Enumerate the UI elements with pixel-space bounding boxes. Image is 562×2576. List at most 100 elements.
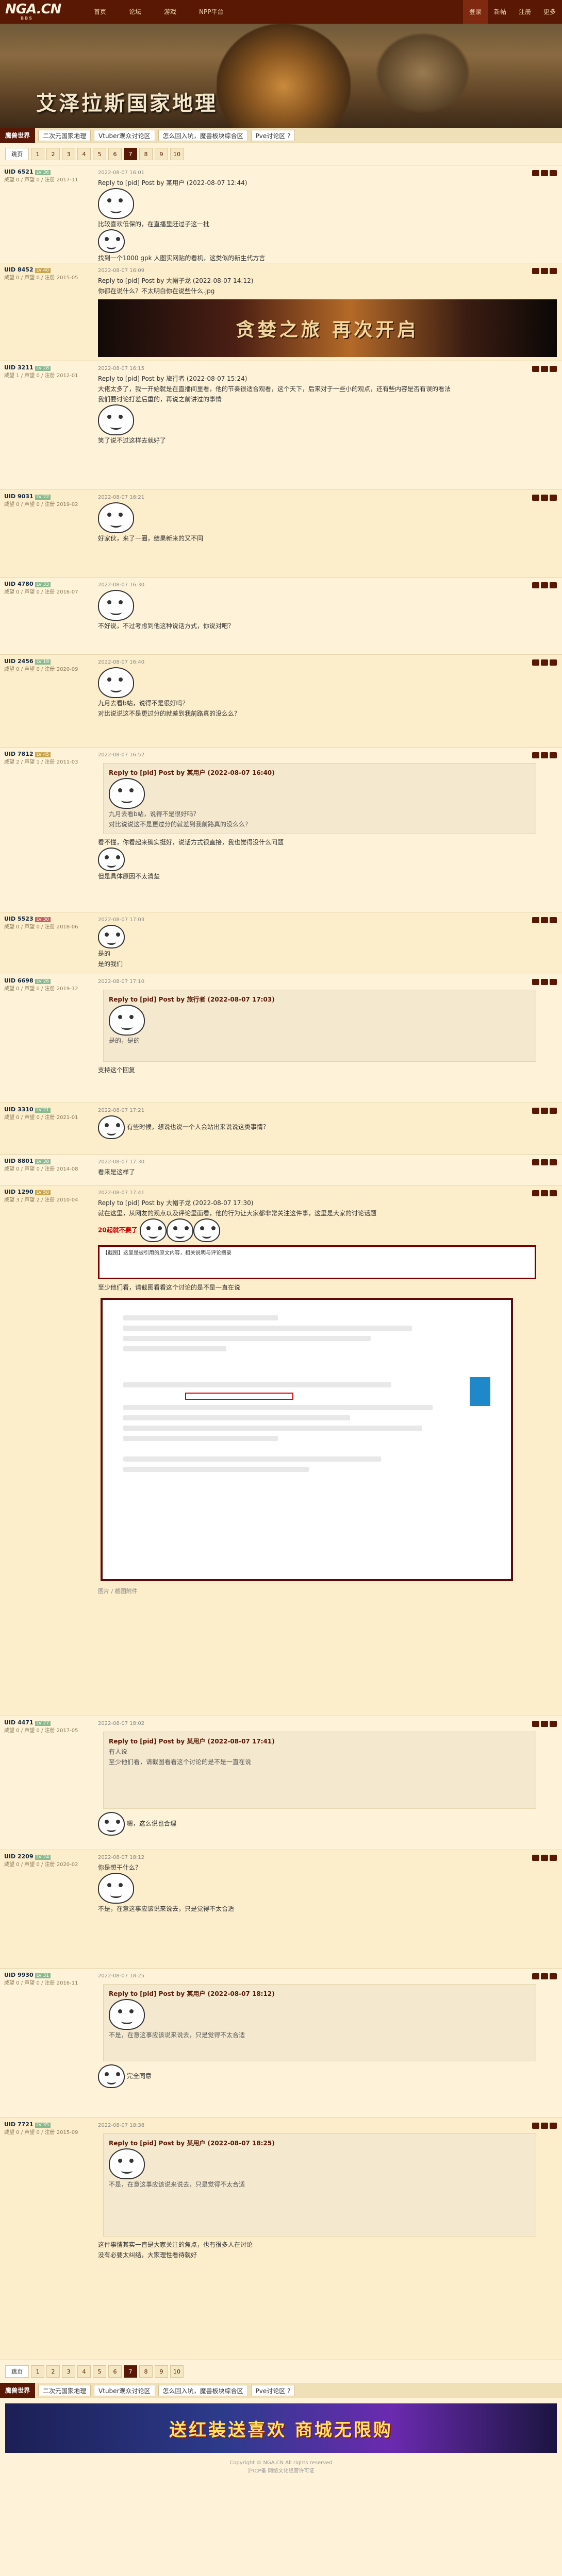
reply-icon[interactable] xyxy=(532,495,539,501)
reply-icon[interactable] xyxy=(532,917,539,923)
more-icon[interactable] xyxy=(550,1973,557,1979)
quote-icon[interactable] xyxy=(541,582,548,588)
nav-npp[interactable]: NPP平台 xyxy=(188,0,235,24)
page-button[interactable]: 5 xyxy=(93,148,106,160)
forum-tab[interactable]: Pve讨论区 ? xyxy=(251,129,295,141)
quote-header[interactable]: Reply to [pid] Post by 某用户 (2022-08-07 1… xyxy=(109,768,531,778)
quote-icon[interactable] xyxy=(541,1721,548,1727)
more-icon[interactable] xyxy=(550,1855,557,1861)
reply-icon[interactable] xyxy=(532,1855,539,1861)
new-post-button[interactable]: 新帖 xyxy=(488,0,513,24)
embedded-screenshot[interactable] xyxy=(101,1298,513,1581)
page-button[interactable]: 9 xyxy=(155,148,168,160)
username[interactable]: UID 2456 xyxy=(4,658,34,665)
page-button[interactable]: 6 xyxy=(108,148,122,160)
username[interactable]: UID 1290 xyxy=(4,1189,34,1195)
nav-forum[interactable]: 论坛 xyxy=(118,0,153,24)
reply-icon[interactable] xyxy=(532,752,539,758)
nav-game[interactable]: 游戏 xyxy=(153,0,188,24)
quote-header[interactable]: Reply to [pid] Post by 大帽子龙 (2022-08-07 … xyxy=(98,1198,557,1208)
page-button[interactable]: 3 xyxy=(62,148,75,160)
quote-icon[interactable] xyxy=(541,2123,548,2129)
quote-icon[interactable] xyxy=(541,366,548,372)
reply-icon[interactable] xyxy=(532,1108,539,1114)
more-icon[interactable] xyxy=(550,582,557,588)
quote-icon[interactable] xyxy=(541,1190,548,1196)
quote-header[interactable]: Reply to [pid] Post by 某用户 (2022-08-07 1… xyxy=(109,1989,531,1999)
reply-icon[interactable] xyxy=(532,170,539,176)
more-icon[interactable] xyxy=(550,366,557,372)
username[interactable]: UID 3310 xyxy=(4,1106,34,1113)
more-icon[interactable] xyxy=(550,170,557,176)
username[interactable]: UID 9031 xyxy=(4,493,34,500)
reply-icon[interactable] xyxy=(532,1973,539,1979)
reply-icon[interactable] xyxy=(532,582,539,588)
username[interactable]: UID 2209 xyxy=(4,1853,34,1860)
reply-icon[interactable] xyxy=(532,2123,539,2129)
quote-icon[interactable] xyxy=(541,659,548,666)
register-button[interactable]: 注册 xyxy=(513,0,537,24)
reply-icon[interactable] xyxy=(532,1159,539,1165)
quote-icon[interactable] xyxy=(541,979,548,985)
quote-header[interactable]: Reply to [pid] Post by 某用户 (2022-08-07 1… xyxy=(109,1736,531,1747)
quote-icon[interactable] xyxy=(541,170,548,176)
more-button[interactable]: 更多 xyxy=(537,0,562,24)
username[interactable]: UID 6521 xyxy=(4,168,34,175)
more-icon[interactable] xyxy=(550,1190,557,1196)
page-button[interactable]: 2 xyxy=(46,2365,60,2378)
more-icon[interactable] xyxy=(550,2123,557,2129)
quote-icon[interactable] xyxy=(541,1855,548,1861)
more-icon[interactable] xyxy=(550,917,557,923)
page-button[interactable]: 4 xyxy=(77,148,91,160)
quote-header[interactable]: Reply to [pid] Post by 旅行者 (2022-08-07 1… xyxy=(109,994,531,1005)
username[interactable]: UID 4471 xyxy=(4,1719,34,1726)
username[interactable]: UID 8801 xyxy=(4,1158,34,1164)
reply-icon[interactable] xyxy=(532,366,539,372)
username[interactable]: UID 7812 xyxy=(4,751,34,757)
quote-header[interactable]: Reply to [pid] Post by 旅行者 (2022-08-07 1… xyxy=(98,374,557,384)
login-button[interactable]: 登录 xyxy=(463,0,488,24)
page-button[interactable]: 4 xyxy=(77,2365,91,2378)
post-tags[interactable]: 图片 / 截图附件 xyxy=(98,1586,557,1597)
page-button[interactable]: 10 xyxy=(170,2365,184,2378)
page-button[interactable]: 5 xyxy=(93,2365,106,2378)
quote-icon[interactable] xyxy=(541,268,548,274)
reply-icon[interactable] xyxy=(532,1190,539,1196)
forum-tab[interactable]: Vtuber观众讨论区 xyxy=(94,129,155,141)
page-button[interactable]: 1 xyxy=(31,148,44,160)
page-button[interactable]: 3 xyxy=(62,2365,75,2378)
forum-name[interactable]: 魔兽世界 xyxy=(0,2382,36,2398)
quote-icon[interactable] xyxy=(541,495,548,501)
forum-tab[interactable]: Pve讨论区 ? xyxy=(251,2384,295,2396)
more-icon[interactable] xyxy=(550,1108,557,1114)
forum-tab[interactable]: Vtuber观众讨论区 xyxy=(94,2384,155,2396)
forum-tab[interactable]: 怎么回入坑，魔兽板块综合区 xyxy=(158,129,248,141)
quote-header[interactable]: Reply to [pid] Post by 某用户 (2022-08-07 1… xyxy=(98,178,557,188)
page-button-current[interactable]: 7 xyxy=(124,148,137,160)
more-icon[interactable] xyxy=(550,1721,557,1727)
username[interactable]: UID 8452 xyxy=(4,266,34,273)
username[interactable]: UID 5523 xyxy=(4,916,34,922)
nav-home[interactable]: 首页 xyxy=(82,0,118,24)
quote-icon[interactable] xyxy=(541,752,548,758)
username[interactable]: UID 7721 xyxy=(4,2121,34,2128)
more-icon[interactable] xyxy=(550,659,557,666)
quote-header[interactable]: Reply to [pid] Post by 大帽子龙 (2022-08-07 … xyxy=(98,276,557,286)
reply-icon[interactable] xyxy=(532,268,539,274)
forum-tab[interactable]: 怎么回入坑，魔兽板块综合区 xyxy=(158,2384,248,2396)
quote-icon[interactable] xyxy=(541,1973,548,1979)
username[interactable]: UID 6698 xyxy=(4,977,34,984)
page-button[interactable]: 6 xyxy=(108,2365,122,2378)
more-icon[interactable] xyxy=(550,979,557,985)
reply-icon[interactable] xyxy=(532,979,539,985)
quoted-image-box[interactable]: 【截图】这里是被引用的原文内容，相关说明与评论摘录 xyxy=(98,1245,536,1279)
more-icon[interactable] xyxy=(550,752,557,758)
forum-name[interactable]: 魔兽世界 xyxy=(0,127,36,143)
page-button[interactable]: 8 xyxy=(139,148,153,160)
more-icon[interactable] xyxy=(550,268,557,274)
quote-icon[interactable] xyxy=(541,1159,548,1165)
username[interactable]: UID 9930 xyxy=(4,1972,34,1978)
username[interactable]: UID 4780 xyxy=(4,581,34,587)
username[interactable]: UID 3211 xyxy=(4,364,34,371)
game-banner-image[interactable]: 贪婪之旅 再次开启 xyxy=(98,299,557,357)
